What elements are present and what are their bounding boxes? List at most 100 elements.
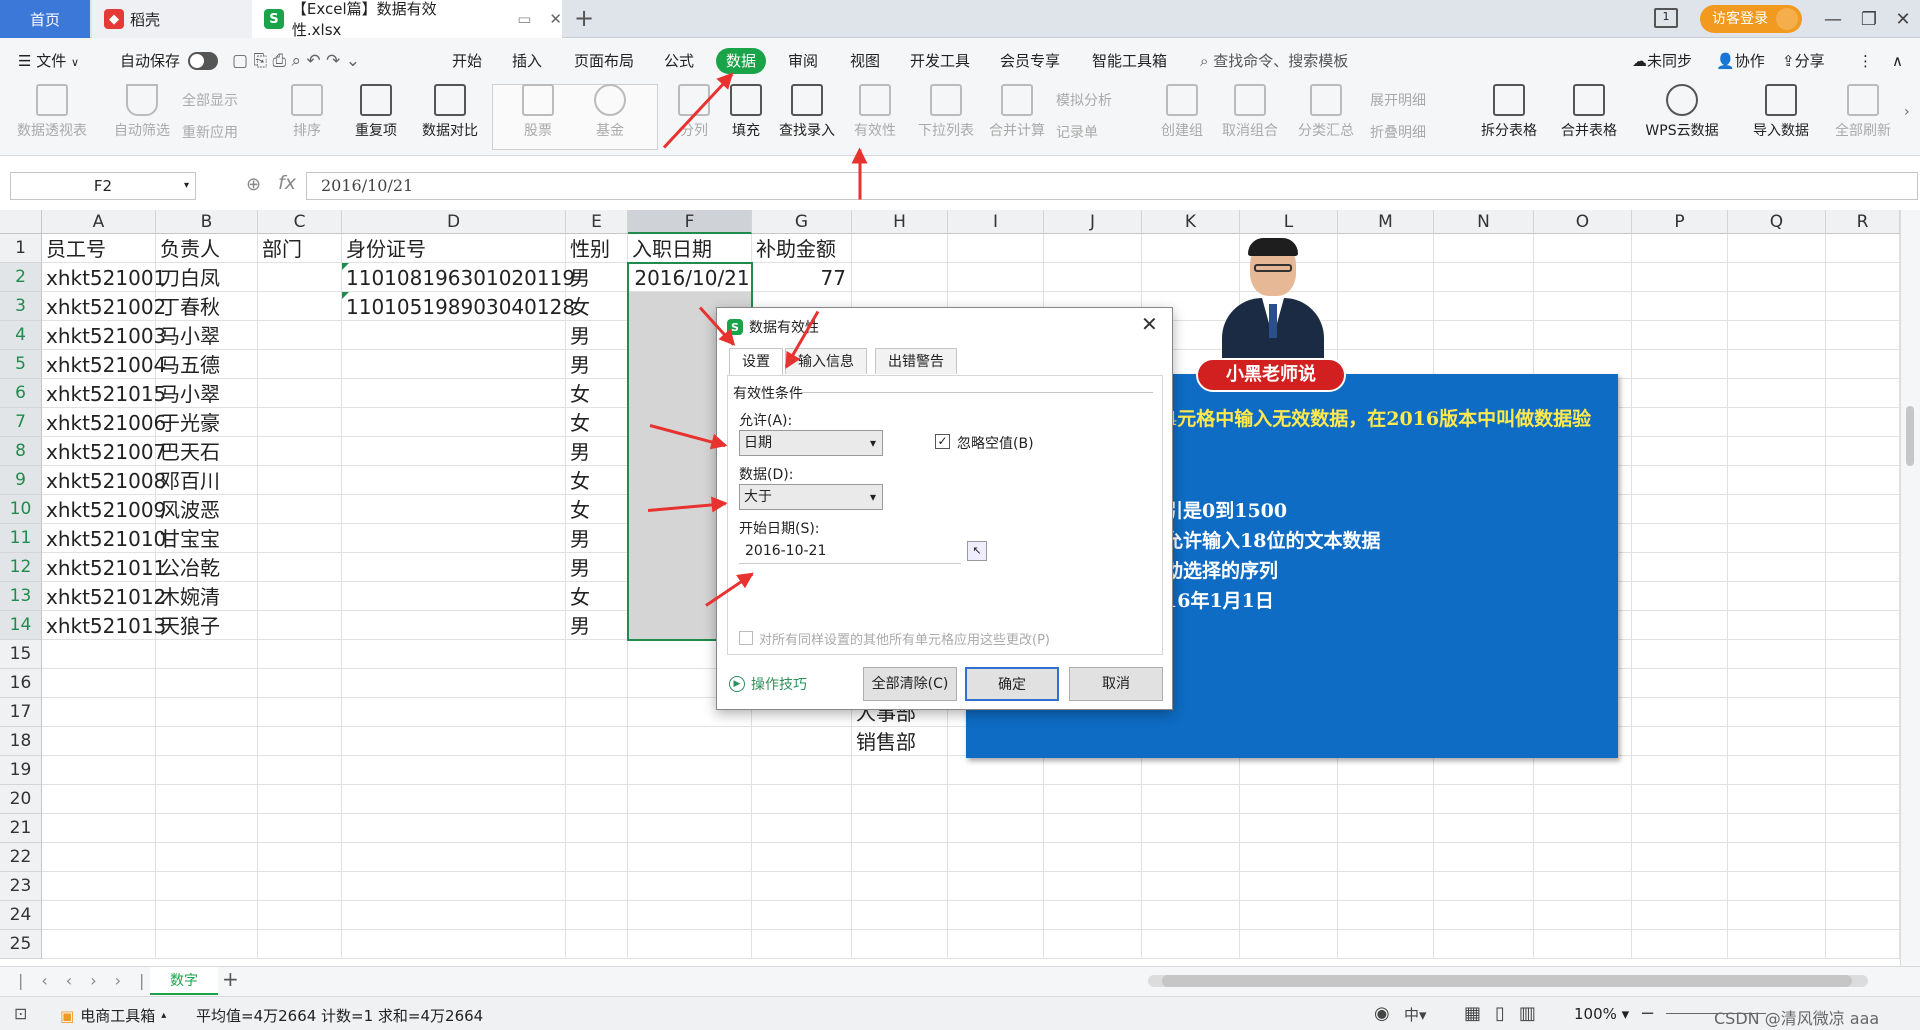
cell-employee-id[interactable]: xhkt521003 (42, 323, 166, 350)
cell-owner[interactable]: 甘宝宝 (156, 526, 220, 553)
range-picker-icon[interactable]: ↖ (967, 541, 987, 561)
tips-link[interactable]: ▶ 操作技巧 (729, 674, 807, 694)
zoom-formula-icon[interactable]: ⊕ (246, 174, 261, 195)
eye-icon[interactable]: ◉ (1374, 1003, 1390, 1024)
row-header-25[interactable]: 25 (0, 930, 42, 959)
tab-error-alert[interactable]: 出错警告 (875, 348, 957, 374)
cell-owner[interactable]: 天狼子 (156, 613, 220, 640)
cell-dept[interactable]: 销售部 (852, 729, 916, 756)
row-header-12[interactable]: 12 (0, 553, 42, 582)
cell-owner[interactable]: 公冶乾 (156, 555, 220, 582)
sync-button[interactable]: ☁未同步 (1632, 48, 1692, 74)
row-header-19[interactable]: 19 (0, 756, 42, 785)
cell-owner[interactable]: 邓百川 (156, 468, 220, 495)
wps-cloud-button[interactable]: WPS云数据 (1638, 84, 1726, 140)
row-header-14[interactable]: 14 (0, 611, 42, 640)
column-header-J[interactable]: J (1044, 210, 1142, 234)
cell-gender[interactable]: 女 (566, 584, 590, 611)
sheet-nav-icons[interactable]: |‹‹››| (18, 971, 162, 990)
cell-employee-id[interactable]: xhkt521012 (42, 584, 166, 611)
cell-owner[interactable]: 刀白凤 (156, 265, 220, 292)
formula-input[interactable]: 2016/10/21 (306, 172, 1918, 200)
tab-home[interactable]: 首页 (0, 0, 90, 38)
cell-employee-id[interactable]: xhkt521013 (42, 613, 166, 640)
column-header-K[interactable]: K (1142, 210, 1240, 234)
cell-gender[interactable]: 女 (566, 410, 590, 437)
search-command[interactable]: ⌕ 查找命令、搜索模板 (1200, 48, 1348, 74)
cell-employee-id[interactable]: xhkt521006 (42, 410, 166, 437)
name-box[interactable]: F2 ▾ (10, 172, 196, 200)
row-header-18[interactable]: 18 (0, 727, 42, 756)
cell-employee-id[interactable]: xhkt521004 (42, 352, 166, 379)
merge-table-button[interactable]: 合并表格 (1554, 84, 1624, 140)
cell-owner[interactable]: 马小翠 (156, 381, 220, 408)
subtotal-button[interactable]: 分类汇总 (1294, 84, 1358, 140)
column-header-A[interactable]: A (42, 210, 156, 234)
header-cell-G[interactable]: 补助金额 (752, 236, 836, 263)
fill-button[interactable]: 填充 (724, 84, 768, 140)
cell-owner[interactable]: 木婉清 (156, 584, 220, 611)
collab-button[interactable]: 👤协作 (1716, 48, 1765, 74)
zoom-out-icon[interactable]: − (1640, 1003, 1655, 1024)
ungroup-button[interactable]: 取消组合 (1216, 84, 1284, 140)
row-header-8[interactable]: 8 (0, 437, 42, 466)
column-header-R[interactable]: R (1826, 210, 1900, 234)
row-header-1[interactable]: 1 (0, 234, 42, 263)
menu-5[interactable]: 审阅 (788, 48, 818, 74)
import-data-button[interactable]: 导入数据 (1746, 84, 1816, 140)
row-header-23[interactable]: 23 (0, 872, 42, 901)
dialog-close-icon[interactable]: ✕ (1141, 312, 1158, 336)
column-header-C[interactable]: C (258, 210, 342, 234)
column-header-N[interactable]: N (1434, 210, 1534, 234)
column-header-H[interactable]: H (852, 210, 948, 234)
cell-gender[interactable]: 女 (566, 497, 590, 524)
fund-button[interactable]: 基金 (580, 84, 640, 140)
header-cell-A[interactable]: 员工号 (42, 236, 106, 263)
menu-3[interactable]: 公式 (664, 48, 694, 74)
cell-employee-id[interactable]: xhkt521015 (42, 381, 166, 408)
duplicates-button[interactable]: 重复项 (346, 84, 406, 140)
horizontal-scroll-thumb[interactable] (1162, 975, 1852, 987)
column-header-P[interactable]: P (1632, 210, 1728, 234)
window-layout-icon[interactable]: 1 (1654, 8, 1678, 28)
close-window-icon[interactable]: ✕ (1880, 0, 1920, 38)
cell-gender[interactable]: 男 (566, 526, 590, 553)
header-cell-C[interactable]: 部门 (258, 236, 302, 263)
row-header-2[interactable]: 2 (0, 263, 42, 292)
cell-owner[interactable]: 马小翠 (156, 323, 220, 350)
tab-close-icon[interactable]: ✕ (549, 10, 562, 28)
input-method-icon[interactable]: 中▾ (1404, 1004, 1427, 1025)
cell-employee-id[interactable]: xhkt521009 (42, 497, 166, 524)
row-header-6[interactable]: 6 (0, 379, 42, 408)
stock-button[interactable]: 股票 (508, 84, 568, 140)
cell-gender[interactable]: 女 (566, 381, 590, 408)
cell-owner[interactable]: 巴天石 (156, 439, 220, 466)
cell-employee-id[interactable]: xhkt521011 (42, 555, 166, 582)
toolbox-button[interactable]: ▣ 电商工具箱 ▴ (60, 1005, 166, 1026)
cell-amount[interactable]: 77 (752, 265, 852, 292)
cell-employee-id[interactable]: xhkt521010 (42, 526, 166, 553)
header-cell-B[interactable]: 负责人 (156, 236, 220, 263)
ignore-blank-checkbox[interactable]: ✓ (935, 434, 950, 449)
menu-2[interactable]: 页面布局 (574, 48, 634, 74)
menu-8[interactable]: 会员专享 (1000, 48, 1060, 74)
cell-id-card[interactable]: 110108196301020119 (342, 265, 575, 292)
dropdown-list-button[interactable]: 下拉列表 (914, 84, 978, 140)
collapse-detail-button[interactable]: 折叠明细 (1370, 122, 1426, 142)
row-header-15[interactable]: 15 (0, 640, 42, 669)
header-cell-D[interactable]: 身份证号 (342, 236, 426, 263)
record-button[interactable]: 记录单 (1056, 122, 1098, 142)
tab-daoke[interactable]: ◆ 稻壳 (92, 0, 252, 38)
column-header-M[interactable]: M (1338, 210, 1434, 234)
apply-all-checkbox[interactable] (739, 631, 753, 645)
cell-gender[interactable]: 女 (566, 468, 590, 495)
column-header-D[interactable]: D (342, 210, 566, 234)
autofilter-button[interactable]: 自动筛选 (110, 84, 174, 140)
row-header-7[interactable]: 7 (0, 408, 42, 437)
cell-gender[interactable]: 男 (566, 555, 590, 582)
column-header-O[interactable]: O (1534, 210, 1632, 234)
tab-settings[interactable]: 设置 (729, 348, 783, 376)
refresh-all-button[interactable]: 全部刷新 (1828, 84, 1898, 140)
cell-id-card[interactable]: 110105198903040128 (342, 294, 575, 321)
row-header-11[interactable]: 11 (0, 524, 42, 553)
